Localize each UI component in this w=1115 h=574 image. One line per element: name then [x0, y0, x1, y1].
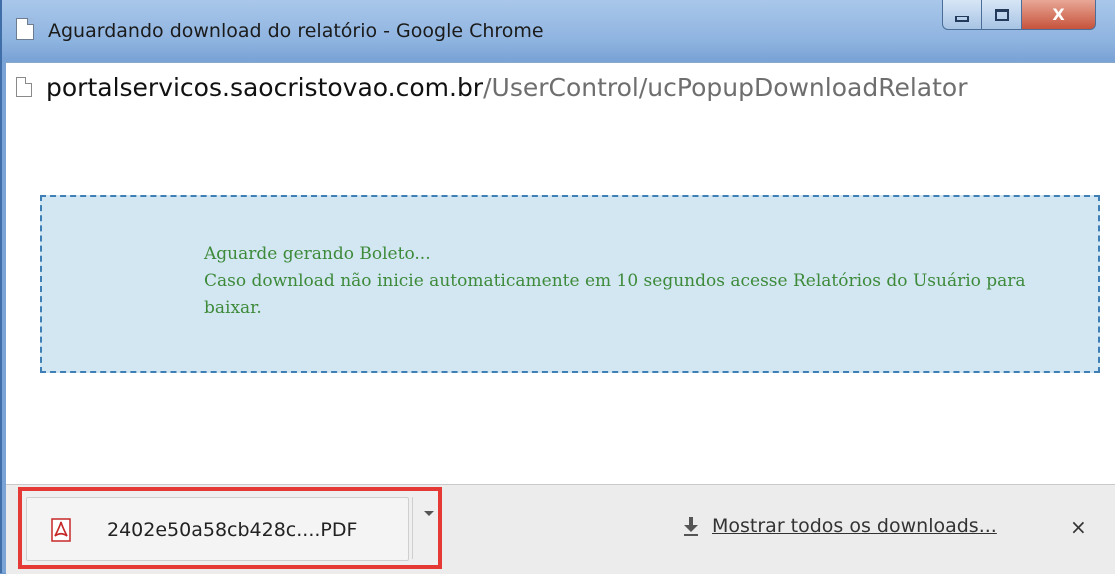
maximize-button[interactable]	[982, 0, 1022, 30]
page-icon	[16, 77, 32, 97]
url-text[interactable]: portalservicos.saocristovao.com.br/UserC…	[46, 73, 967, 102]
page-content: Aguarde gerando Boleto... Caso download …	[6, 111, 1115, 484]
download-bar: 2402e50a58cb428c....PDF Mostrar todos os…	[6, 484, 1115, 574]
minimize-button[interactable]	[942, 0, 982, 30]
download-item-divider	[412, 497, 413, 559]
download-filename: 2402e50a58cb428c....PDF	[107, 519, 358, 541]
title-bar: Aguardando download do relatório - Googl…	[2, 0, 1115, 60]
close-download-bar-button[interactable]: ×	[1070, 515, 1087, 539]
document-icon	[16, 18, 34, 40]
address-bar[interactable]: portalservicos.saocristovao.com.br/UserC…	[6, 62, 1115, 112]
show-all-downloads-link[interactable]: Mostrar todos os downloads...	[712, 515, 997, 537]
download-item-highlight: 2402e50a58cb428c....PDF	[18, 487, 442, 569]
window-title: Aguardando download do relatório - Googl…	[48, 20, 544, 42]
chevron-down-icon[interactable]	[424, 511, 434, 516]
notice-box: Aguarde gerando Boleto... Caso download …	[40, 195, 1100, 373]
notice-text: Aguarde gerando Boleto... Caso download …	[204, 241, 1064, 322]
minimize-icon	[955, 15, 969, 22]
close-icon: X	[1052, 5, 1065, 24]
download-item[interactable]: 2402e50a58cb428c....PDF	[26, 497, 409, 561]
notice-line-2: Caso download não inicie automaticamente…	[204, 271, 1026, 318]
maximize-icon	[994, 8, 1009, 21]
close-icon: ×	[1070, 515, 1087, 539]
notice-line-1: Aguarde gerando Boleto...	[204, 244, 431, 264]
download-icon	[684, 517, 698, 536]
url-path: /UserControl/ucPopupDownloadRelator	[483, 72, 968, 102]
window-controls: X	[942, 0, 1096, 34]
close-window-button[interactable]: X	[1022, 0, 1096, 30]
pdf-icon	[51, 518, 71, 542]
url-host: portalservicos.saocristovao.com.br	[46, 72, 484, 102]
show-all-downloads[interactable]: Mostrar todos os downloads...	[682, 515, 997, 537]
browser-popup-window: Aguardando download do relatório - Googl…	[0, 0, 1115, 574]
